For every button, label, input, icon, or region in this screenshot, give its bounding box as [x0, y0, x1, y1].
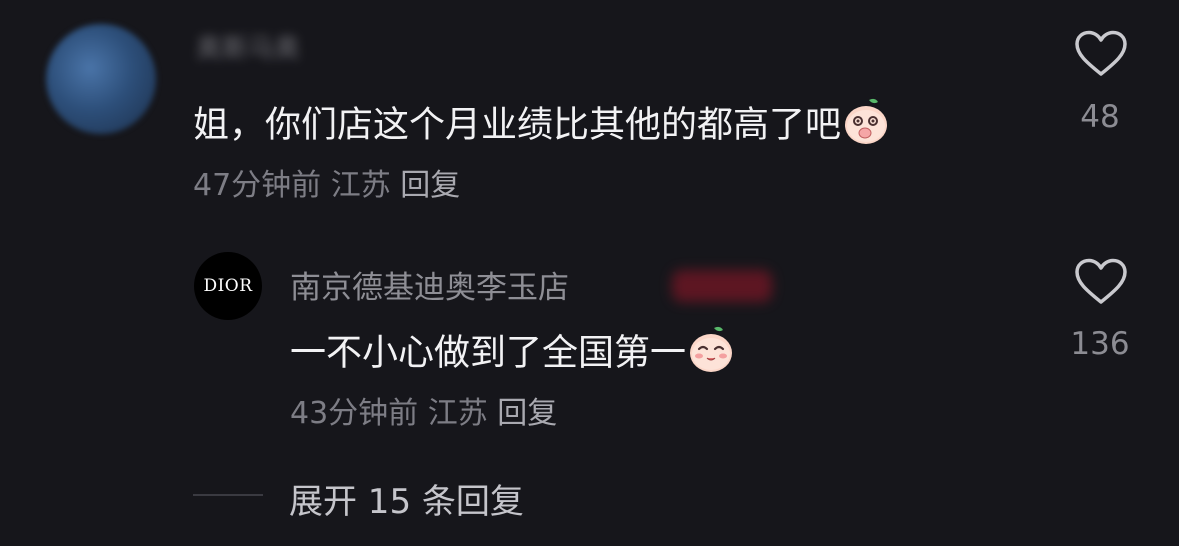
comment-text: 姐，你们店这个月业绩比其他的都高了吧	[193, 96, 891, 157]
comment-reply-button[interactable]: 回复	[400, 168, 460, 203]
expand-divider	[193, 494, 263, 496]
reply-username[interactable]: 南京德基迪奥李玉店	[290, 262, 569, 307]
dior-logo: DIOR	[203, 276, 253, 296]
peach-smiling-icon	[686, 324, 736, 385]
comment-like-count: 48	[1080, 99, 1120, 135]
author-badge	[672, 270, 772, 302]
commenter-username[interactable]: 奥斯马奥	[196, 34, 300, 64]
peach-covering-mouth-icon	[841, 96, 891, 157]
heart-icon[interactable]	[1074, 258, 1128, 306]
reply-body: 一不小心做到了全国第一	[290, 332, 687, 374]
reply-location: 江苏	[427, 396, 488, 431]
reply-avatar[interactable]: DIOR	[194, 252, 262, 320]
reply-reply-button[interactable]: 回复	[497, 396, 557, 431]
reply-text: 一不小心做到了全国第一	[290, 324, 736, 385]
expand-replies-button[interactable]: 展开 15 条回复	[289, 474, 524, 523]
comment-body: 姐，你们店这个月业绩比其他的都高了吧	[193, 104, 842, 146]
commenter-avatar[interactable]	[46, 24, 156, 134]
comment-like-button[interactable]	[1074, 30, 1128, 82]
reply-time: 43分钟前	[290, 396, 419, 431]
heart-icon[interactable]	[1074, 30, 1128, 78]
reply-meta: 43分钟前 江苏 回复	[290, 396, 557, 432]
comment-location: 江苏	[330, 168, 391, 203]
reply-like-count: 136	[1070, 326, 1130, 362]
reply-like-button[interactable]	[1074, 258, 1128, 310]
comment-meta: 47分钟前 江苏 回复	[193, 168, 460, 204]
comment-time: 47分钟前	[193, 168, 322, 203]
